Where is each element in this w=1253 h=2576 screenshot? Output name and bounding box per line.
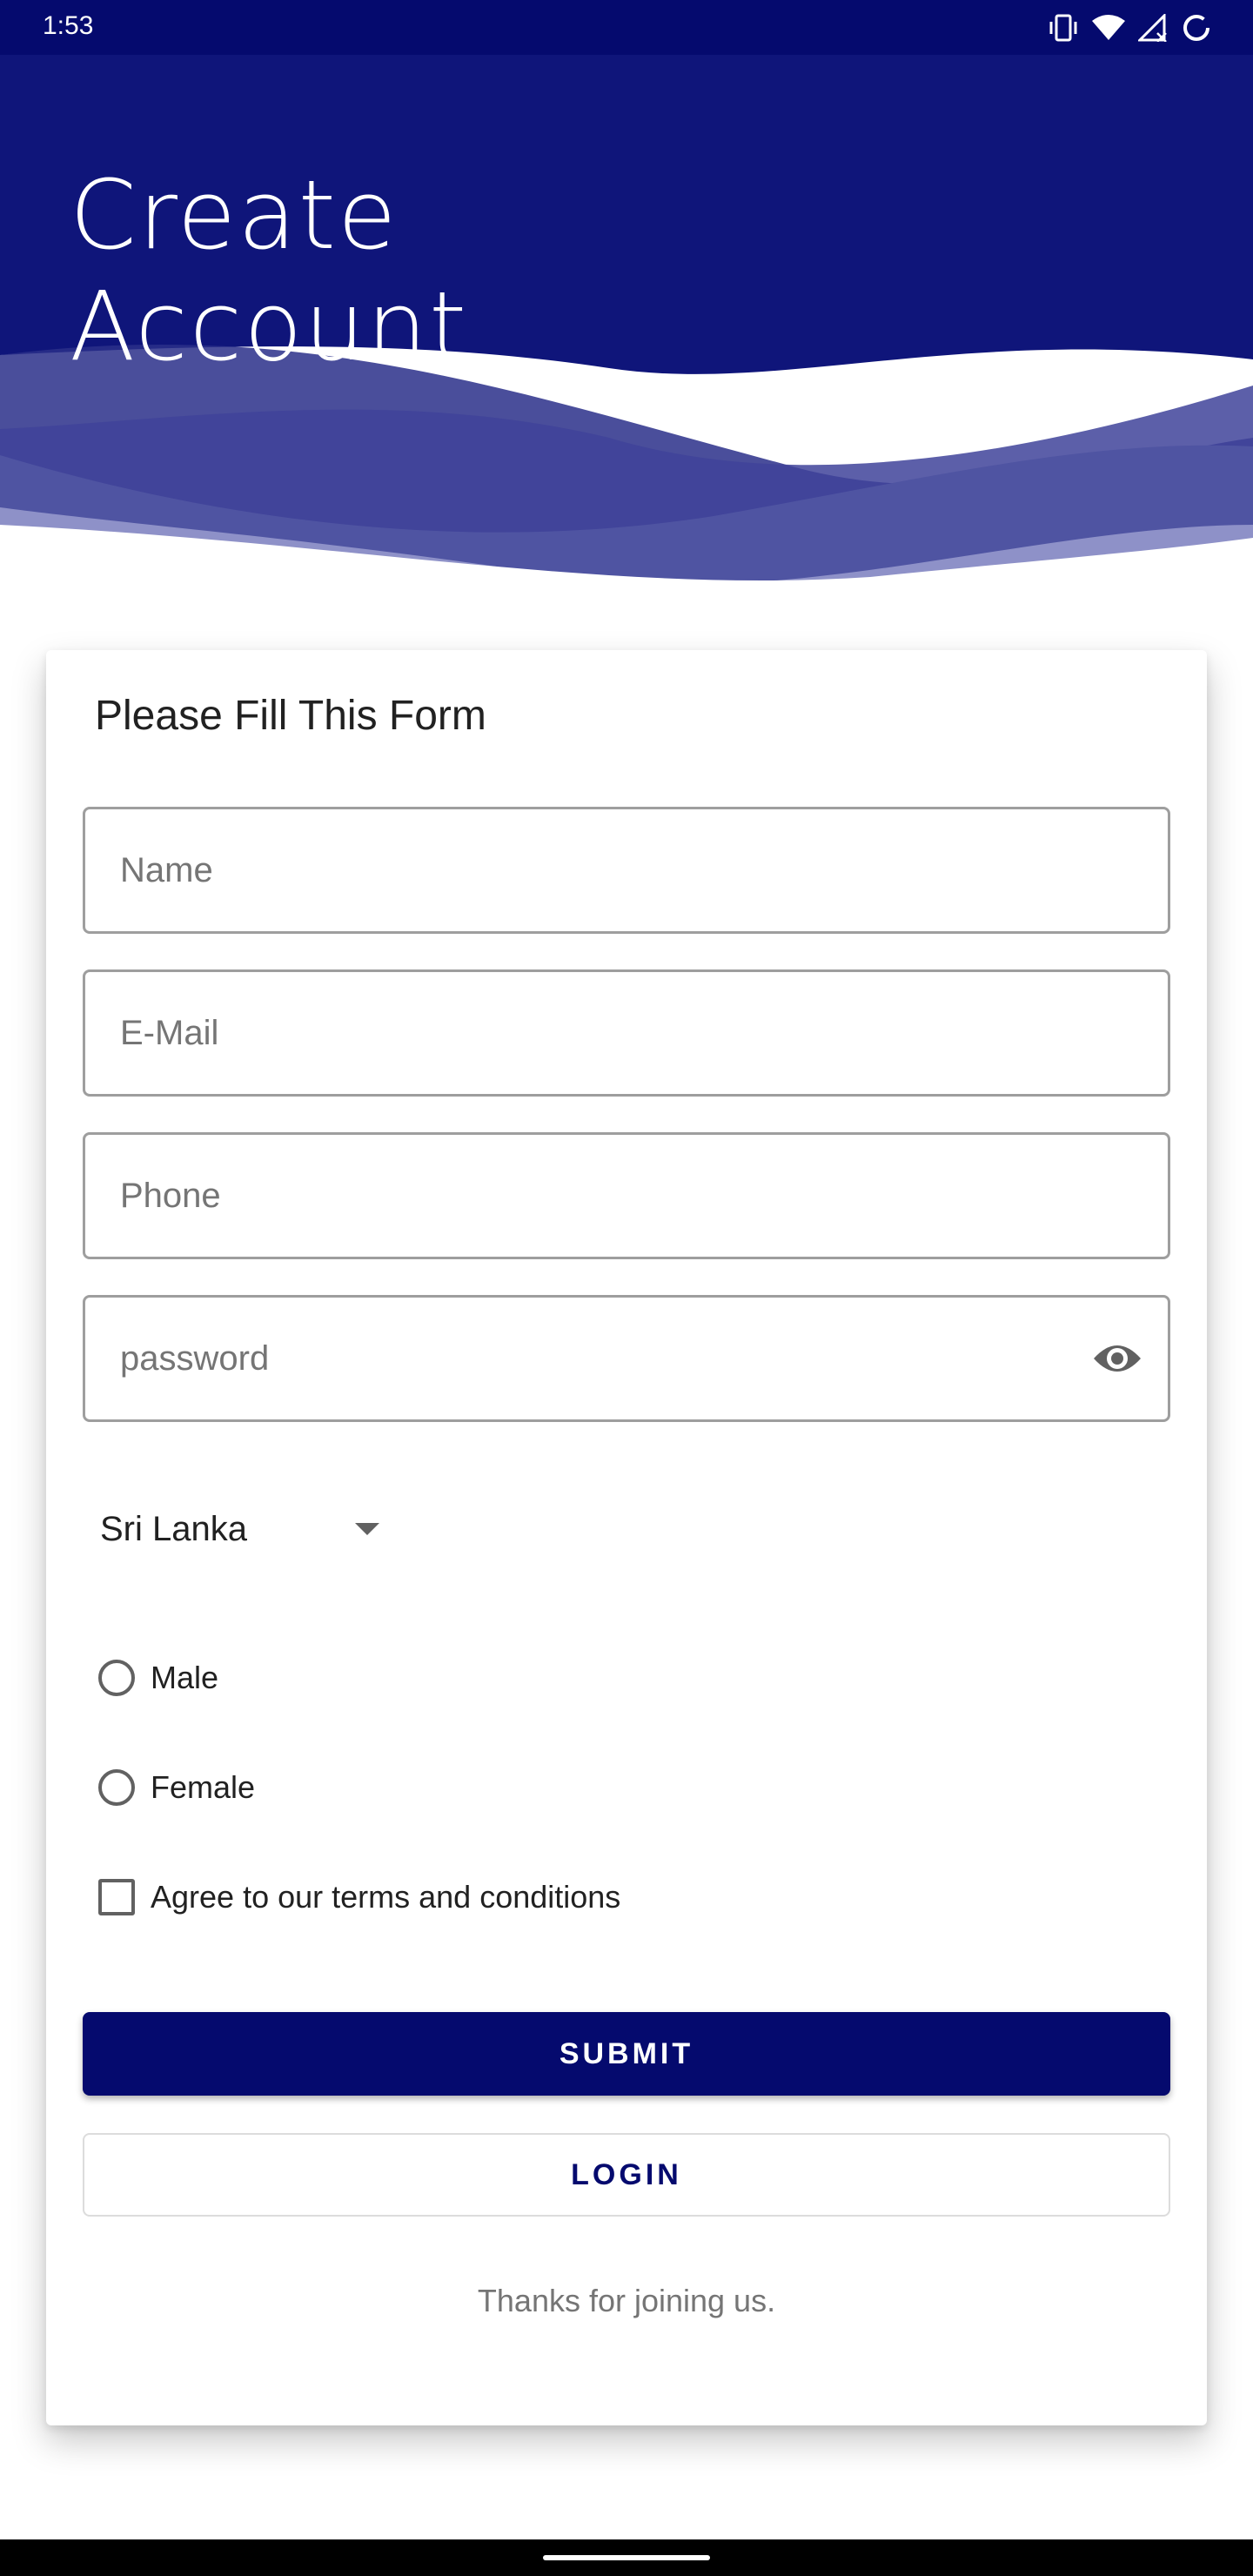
terms-checkbox[interactable] [98, 1879, 135, 1915]
radio-label-male: Male [151, 1660, 219, 1695]
phone-field[interactable] [83, 1132, 1170, 1259]
page-title-line2: Account [70, 271, 469, 382]
wifi-icon [1092, 15, 1125, 40]
chevron-down-icon [355, 1523, 379, 1535]
password-field[interactable] [83, 1295, 1170, 1422]
battery-icon [1183, 15, 1209, 41]
radio-female[interactable]: Female [95, 1757, 255, 1818]
terms-label: Agree to our terms and conditions [151, 1879, 621, 1915]
radio-circle-male[interactable] [98, 1660, 135, 1696]
country-selected-value: Sri Lanka [100, 1509, 247, 1548]
phone-input[interactable] [120, 1135, 1077, 1257]
submit-button[interactable]: SUBMIT [83, 2012, 1170, 2096]
home-handle[interactable] [543, 2555, 710, 2560]
page-title-line1: Create [70, 159, 399, 271]
country-select[interactable]: Sri Lanka [100, 1494, 379, 1564]
status-icons [1048, 10, 1211, 45]
page-title: Create Account [70, 159, 679, 382]
eye-icon[interactable] [1091, 1337, 1143, 1380]
form-title: Please Fill This Form [95, 693, 486, 739]
vibrate-icon [1049, 14, 1077, 42]
email-field[interactable] [83, 969, 1170, 1097]
footer-text: Thanks for joining us. [477, 2283, 776, 2318]
status-time: 1:53 [43, 11, 94, 40]
status-bar: 1:53 [0, 0, 1253, 55]
name-input[interactable] [120, 809, 1077, 931]
password-input[interactable] [120, 1298, 1077, 1419]
name-field[interactable] [83, 807, 1170, 934]
form-card: Please Fill This Form Sri Lanka Male Fem… [46, 650, 1207, 2425]
header-banner: Create Account [0, 55, 1253, 594]
radio-male[interactable]: Male [95, 1647, 218, 1708]
email-input[interactable] [120, 972, 1077, 1094]
radio-label-female: Female [151, 1769, 256, 1805]
terms-checkbox-row[interactable]: Agree to our terms and conditions [95, 1867, 620, 1928]
signal-icon [1138, 14, 1167, 42]
radio-circle-female[interactable] [98, 1769, 135, 1806]
login-button[interactable]: LOGIN [83, 2133, 1170, 2217]
navigation-bar [0, 2539, 1253, 2576]
